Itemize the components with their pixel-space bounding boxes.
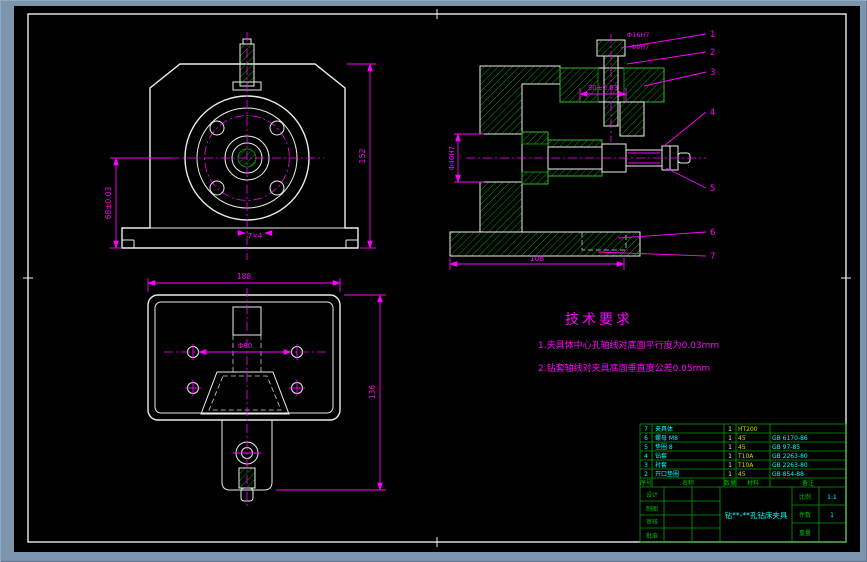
cad-viewer-window: 152 68±0.03 7×4 30±0.03 Φ40H7 108 Φ16H7 … bbox=[0, 0, 867, 562]
part-qty: 1 bbox=[728, 444, 732, 451]
part-qty: 1 bbox=[728, 435, 732, 442]
signature-rows: 设计 制图 审核 批准 bbox=[646, 491, 658, 540]
front-view bbox=[121, 32, 359, 260]
qty-value: 1 bbox=[830, 512, 834, 519]
part-name: 开口垫圈 bbox=[655, 470, 679, 478]
drawing-title: 钻**-**孔钻床夹具 bbox=[725, 510, 788, 520]
sheet-frame bbox=[23, 9, 851, 547]
part-no: 7 bbox=[644, 426, 648, 433]
part-qty: 1 bbox=[728, 453, 732, 460]
dim-center-height: 68±0.03 bbox=[104, 187, 113, 220]
title-block: 7 夹具体 1 HT200 6 螺母 M8 1 45 GB 6170-86 5 … bbox=[639, 423, 847, 543]
balloon-3: 3 bbox=[710, 68, 715, 78]
part-standard: GB 6170-86 bbox=[772, 435, 808, 442]
part-qty: 1 bbox=[728, 462, 732, 469]
sign-approve: 批准 bbox=[646, 532, 658, 540]
header-remark: 备注 bbox=[802, 479, 814, 487]
part-standard: GB 97-85 bbox=[772, 444, 800, 451]
balloon-1: 1 bbox=[710, 30, 715, 40]
bolt-hole bbox=[209, 180, 225, 196]
dim-bore: Φ40H7 bbox=[448, 146, 456, 170]
part-name: 夹具体 bbox=[655, 425, 673, 433]
bolt-hole bbox=[269, 180, 285, 196]
header-no: 序号 bbox=[640, 479, 652, 487]
qty-label: 件数 bbox=[799, 511, 811, 519]
part-no: 4 bbox=[644, 453, 648, 460]
wall-upper-section bbox=[479, 65, 561, 135]
drill-bushing bbox=[619, 101, 645, 137]
part-no: 2 bbox=[644, 471, 648, 478]
header-material: 材料 bbox=[747, 479, 759, 487]
balloon-5: 5 bbox=[710, 184, 715, 194]
part-standard: GB 2263-80 bbox=[772, 453, 808, 460]
part-name: 螺母 M8 bbox=[655, 434, 678, 442]
plan-view bbox=[147, 288, 341, 506]
balloon-2: 2 bbox=[710, 48, 715, 58]
plan-outline bbox=[147, 294, 341, 421]
dim-slot: 7×4 bbox=[248, 232, 263, 240]
part-no: 3 bbox=[644, 462, 648, 469]
part-qty: 1 bbox=[728, 471, 732, 478]
dim-plan-length: 136 bbox=[368, 385, 377, 400]
part-name: 钻套 bbox=[655, 452, 667, 460]
drawing-canvas: 152 68±0.03 7×4 30±0.03 Φ40H7 108 Φ16H7 … bbox=[14, 6, 860, 552]
part-material: HT200 bbox=[738, 426, 758, 433]
dim-hole-spacing: Φ80 bbox=[238, 342, 252, 350]
dim-height-152: 152 bbox=[358, 148, 367, 163]
balloon-4: 4 bbox=[710, 108, 715, 118]
wall-lower-section bbox=[479, 181, 523, 233]
label-bushing-od: Φ16H7 bbox=[627, 31, 649, 39]
dim-30: 30±0.03 bbox=[588, 84, 618, 92]
bolt-hole bbox=[269, 120, 285, 136]
technical-requirements: 技术要求 1.夹具体中心孔轴线对底面平行度为0.03mm 2.钻套轴线对夹具底面… bbox=[538, 312, 719, 374]
part-no: 5 bbox=[644, 444, 648, 451]
part-material: 45 bbox=[738, 444, 746, 451]
sign-check: 审核 bbox=[646, 518, 658, 526]
tech-req-item-1: 1.夹具体中心孔轴线对底面平行度为0.03mm bbox=[538, 339, 719, 351]
balloon-7: 7 bbox=[710, 252, 715, 262]
plan-view-dimensions: 188 136 Φ80 bbox=[147, 272, 386, 491]
part-material: T10A bbox=[737, 462, 754, 469]
weight-label: 重量 bbox=[799, 529, 811, 537]
dim-108: 108 bbox=[530, 254, 545, 263]
balloon-6: 6 bbox=[710, 228, 715, 238]
part-material: 45 bbox=[738, 471, 746, 478]
part-standard: GB 854-88 bbox=[772, 471, 804, 478]
scale-value: 1:1 bbox=[827, 494, 837, 501]
sign-draw: 制图 bbox=[646, 505, 658, 513]
taper-boss bbox=[200, 371, 290, 415]
sign-design: 设计 bbox=[646, 491, 658, 499]
part-material: 45 bbox=[738, 435, 746, 442]
dim-plan-width: 188 bbox=[237, 272, 252, 281]
header-name: 名称 bbox=[682, 479, 694, 487]
part-name: 垫圈 8 bbox=[655, 443, 673, 451]
header-qty: 数量 bbox=[724, 479, 736, 487]
scale-label: 比例 bbox=[799, 493, 811, 501]
tech-req-item-2: 2.钻套轴线对夹具底面垂直度公差0.05mm bbox=[538, 362, 710, 374]
part-standard: GB 2263-80 bbox=[772, 462, 808, 469]
side-section-view bbox=[449, 34, 706, 257]
part-name: 衬套 bbox=[655, 461, 667, 469]
part-material: T10A bbox=[737, 453, 754, 460]
tech-req-title: 技术要求 bbox=[565, 312, 633, 328]
part-no: 6 bbox=[644, 435, 648, 442]
cad-drawing: 152 68±0.03 7×4 30±0.03 Φ40H7 108 Φ16H7 … bbox=[23, 9, 851, 547]
part-qty: 1 bbox=[728, 426, 732, 433]
